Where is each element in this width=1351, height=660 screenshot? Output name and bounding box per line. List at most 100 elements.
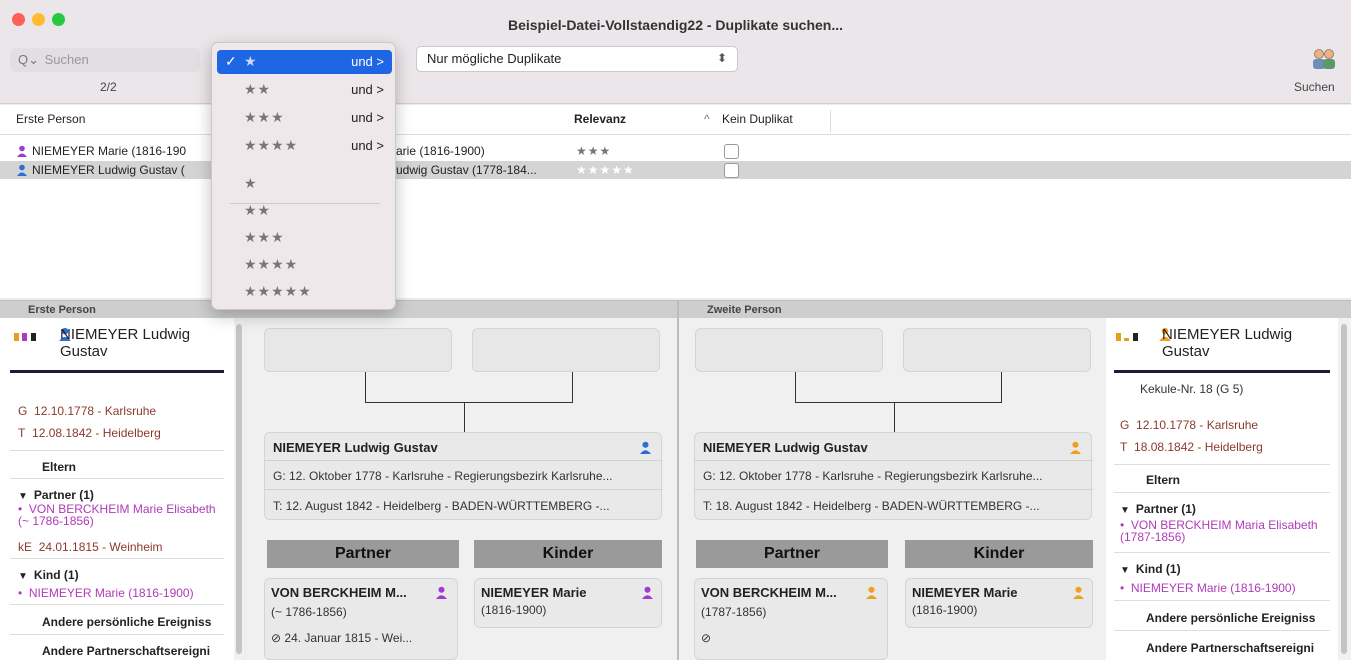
rings-icon: ⊘ [701,631,712,645]
relevance-option-3[interactable]: ★★★ [217,226,392,250]
checkmark-icon: ✓ [225,53,237,69]
right-panel-scrollbar[interactable] [1338,318,1351,660]
parents-label[interactable]: Eltern [42,460,76,474]
relevance-dropdown-menu: ✓ ★ und > ★★ und > ★★★ und > ★★★★ und > … [211,42,396,310]
second-person-summary: NIEMEYER Ludwig Gustav Kekule-Nr. 18 (G … [1106,318,1338,660]
relevance-stars: ★★★★★ [576,163,635,177]
star-rating-icon: ★ [244,175,258,191]
search-placeholder: Suchen [44,52,89,67]
duplicate-filter-select[interactable]: Nur mögliche Duplikate ⬍ [416,46,738,72]
marriage-event: 24.01.1815 - Weinheim [38,540,163,554]
person-icon [1073,586,1084,599]
first-person-name: NIEMEYER Ludwig Gustav ( [32,163,185,177]
person-card[interactable]: NIEMEYER Ludwig Gustav G: 12. Oktober 17… [694,432,1093,520]
name-underline [1114,370,1330,373]
child-group-toggle[interactable]: ▼ Kind (1) [18,568,79,582]
star-rating-icon: ★★★★ [244,137,299,153]
death-line: T: 12. August 1842 - Heidelberg - BADEN-… [273,499,610,513]
star-rating-icon: ★★★ [244,229,285,245]
relevance-option-3-and-more[interactable]: ★★★ und > [217,106,392,130]
children-section-header: Kinder [905,540,1093,568]
female-person-icon [17,145,27,157]
sort-ascending-icon: ^ [704,112,710,126]
kekule-number: Kekule-Nr. 18 (G 5) [1140,382,1244,396]
mother-placeholder[interactable] [472,328,660,372]
relevance-option-5[interactable]: ★★★★★ [217,280,392,304]
first-person-summary: NIEMEYER Ludwig Gustav G 12.10.1778 - Ka… [0,318,234,660]
person-name: NIEMEYER Ludwig Gustav [1162,326,1293,360]
search-field[interactable]: Q⌄ Suchen [10,48,200,72]
child-link[interactable]: • NIEMEYER Marie (1816-1900) [1120,582,1336,594]
left-panel-scrollbar[interactable] [234,318,244,660]
partner-group-toggle[interactable]: ▼ Partner (1) [18,488,94,502]
other-personal-events[interactable]: Andere persönliche Ereigniss [1146,611,1336,625]
person-card[interactable]: NIEMEYER Ludwig Gustav G: 12. Oktober 17… [264,432,663,520]
child-card[interactable]: NIEMEYER Marie (1816-1900) [905,578,1093,628]
relevance-option-1[interactable]: ★ [217,172,392,196]
children-section-header: Kinder [474,540,662,568]
other-partnership-events[interactable]: Andere Partnerschaftsereigni [42,644,232,658]
other-partnership-events[interactable]: Andere Partnerschaftsereigni [1146,641,1336,655]
death-line: T: 18. August 1842 - Heidelberg - BADEN-… [703,499,1040,513]
star-rating-icon: ★★★ [244,109,285,125]
relevance-option-2-and-more[interactable]: ★★ und > [217,78,392,102]
partner-link[interactable]: • VON BERCKHEIM Marie Elisabeth (~ 1786-… [18,503,218,527]
table-row[interactable]: NIEMEYER Ludwig Gustav ( udwig Gustav (1… [0,161,1351,179]
star-rating-icon: ★★★★ [244,256,299,272]
female-person-icon [642,586,653,599]
child-link[interactable]: • NIEMEYER Marie (1816-1900) [18,587,228,599]
relevance-option-4-and-more[interactable]: ★★★★ und > [217,134,392,158]
not-duplicate-checkbox[interactable] [724,163,739,178]
table-row[interactable]: NIEMEYER Marie (1816-190 arie (1816-1900… [0,142,1351,160]
birth-line: G: 12. Oktober 1778 - Karlsruhe - Regier… [703,469,1043,483]
second-person-tree: NIEMEYER Ludwig Gustav G: 12. Oktober 17… [679,318,1106,660]
result-counter: 2/2 [100,80,117,94]
star-rating-icon: ★ [244,53,258,69]
partner-link[interactable]: • VON BERCKHEIM Maria Elisabeth (1787-18… [1120,519,1330,543]
father-placeholder[interactable] [264,328,452,372]
relevance-option-4[interactable]: ★★★★ [217,253,392,277]
column-header-relevance[interactable]: Relevanz [574,112,626,126]
person-name: NIEMEYER Ludwig Gustav [60,326,191,360]
people-search-icon[interactable] [1310,46,1338,74]
mother-placeholder[interactable] [903,328,1091,372]
column-header-first-person[interactable]: Erste Person [16,112,85,126]
partner-card[interactable]: VON BERCKHEIM M... (~ 1786-1856) ⊘ 24. J… [264,578,458,660]
relevance-stars: ★★★ [576,144,612,158]
death-event: 12.08.1842 - Heidelberg [32,426,161,440]
death-event: 18.08.1842 - Heidelberg [1134,440,1263,454]
birth-event: 12.10.1778 - Karlsruhe [1136,418,1259,432]
male-person-icon [640,441,651,454]
female-person-icon [436,586,447,599]
child-card[interactable]: NIEMEYER Marie (1816-1900) [474,578,662,628]
star-rating-icon: ★★ [244,81,272,97]
other-personal-events[interactable]: Andere persönliche Ereigniss [42,615,232,629]
first-person-tree: NIEMEYER Ludwig Gustav G: 12. Oktober 17… [246,318,677,660]
male-person-icon [17,164,27,176]
father-placeholder[interactable] [695,328,883,372]
star-rating-icon: ★★ [244,202,272,218]
disclosure-triangle-icon: ▼ [1120,505,1130,516]
duplicate-filter-value: Nur mögliche Duplikate [427,51,562,66]
magnifier-icon: Q⌄ [18,52,40,67]
column-header-not-duplicate[interactable]: Kein Duplikat [722,112,793,126]
person-card-title: NIEMEYER Ludwig Gustav [703,440,868,455]
star-rating-icon: ★★★★★ [244,283,312,299]
not-duplicate-checkbox[interactable] [724,144,739,159]
partner-group-toggle[interactable]: ▼ Partner (1) [1120,502,1196,516]
second-person-name: arie (1816-1900) [396,144,485,158]
disclosure-triangle-icon: ▼ [18,571,28,582]
window-titlebar: Beispiel-Datei-Vollstaendig22 - Duplikat… [0,0,1351,104]
search-button-label[interactable]: Suchen [1294,80,1335,94]
child-group-toggle[interactable]: ▼ Kind (1) [1120,562,1181,576]
window-title: Beispiel-Datei-Vollstaendig22 - Duplikat… [507,17,844,33]
relevance-option-2[interactable]: ★★ [217,199,392,223]
relevance-option-1-and-more[interactable]: ✓ ★ und > [217,50,392,74]
parents-label[interactable]: Eltern [1146,473,1180,487]
male-person-icon [1070,441,1081,454]
second-person-section-header: Zweite Person [679,300,1351,318]
partner-card[interactable]: VON BERCKHEIM M... (1787-1856) ⊘ [694,578,888,660]
disclosure-triangle-icon: ▼ [18,491,28,502]
partner-section-header: Partner [696,540,888,568]
birth-line: G: 12. Oktober 1778 - Karlsruhe - Regier… [273,469,613,483]
